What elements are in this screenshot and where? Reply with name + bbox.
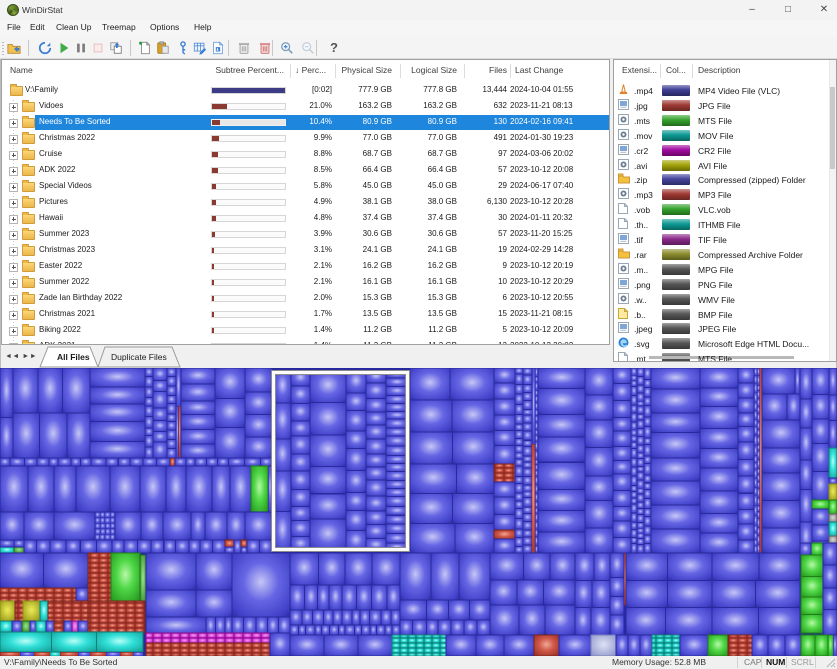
- svg-text:Duplicate Files: Duplicate Files: [111, 352, 167, 362]
- svg-text:All Files: All Files: [57, 352, 90, 362]
